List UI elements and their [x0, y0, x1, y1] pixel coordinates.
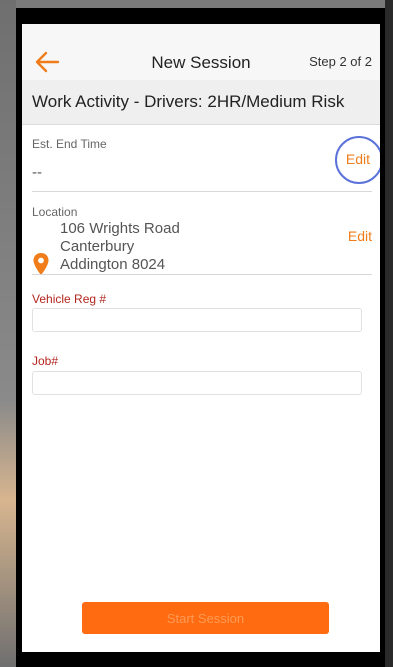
- activity-title: Work Activity - Drivers: 2HR/Medium Risk: [32, 92, 345, 111]
- vehicle-reg-label: Vehicle Reg #: [32, 292, 107, 306]
- start-session-button[interactable]: Start Session: [82, 602, 329, 634]
- navigation-bar: New Session Step 2 of 2: [22, 44, 380, 80]
- location-label: Location: [32, 205, 78, 219]
- status-bar: [22, 24, 380, 44]
- background-left-edge: [0, 0, 16, 667]
- address-line-3: Addington 8024: [60, 256, 166, 273]
- address-line-1: 106 Wrights Road: [60, 220, 180, 237]
- activity-header: Work Activity - Drivers: 2HR/Medium Risk: [22, 80, 380, 125]
- job-number-input[interactable]: [32, 371, 362, 395]
- vehicle-reg-input[interactable]: [32, 308, 362, 332]
- end-time-value: --: [32, 164, 42, 181]
- tap-highlight-ring: [335, 136, 380, 184]
- location-edit-link[interactable]: Edit: [348, 228, 372, 244]
- end-time-label: Est. End Time: [32, 137, 107, 151]
- step-indicator: Step 2 of 2: [309, 54, 372, 69]
- address-line-2: Canterbury: [60, 238, 135, 255]
- app-screen: New Session Step 2 of 2 Work Activity - …: [22, 24, 380, 652]
- background-right-edge: [385, 0, 393, 667]
- map-pin-icon: [33, 253, 49, 275]
- end-time-divider: [32, 191, 372, 192]
- job-number-label: Job#: [32, 354, 59, 368]
- location-divider: [32, 274, 372, 275]
- background-top-edge: [0, 0, 393, 8]
